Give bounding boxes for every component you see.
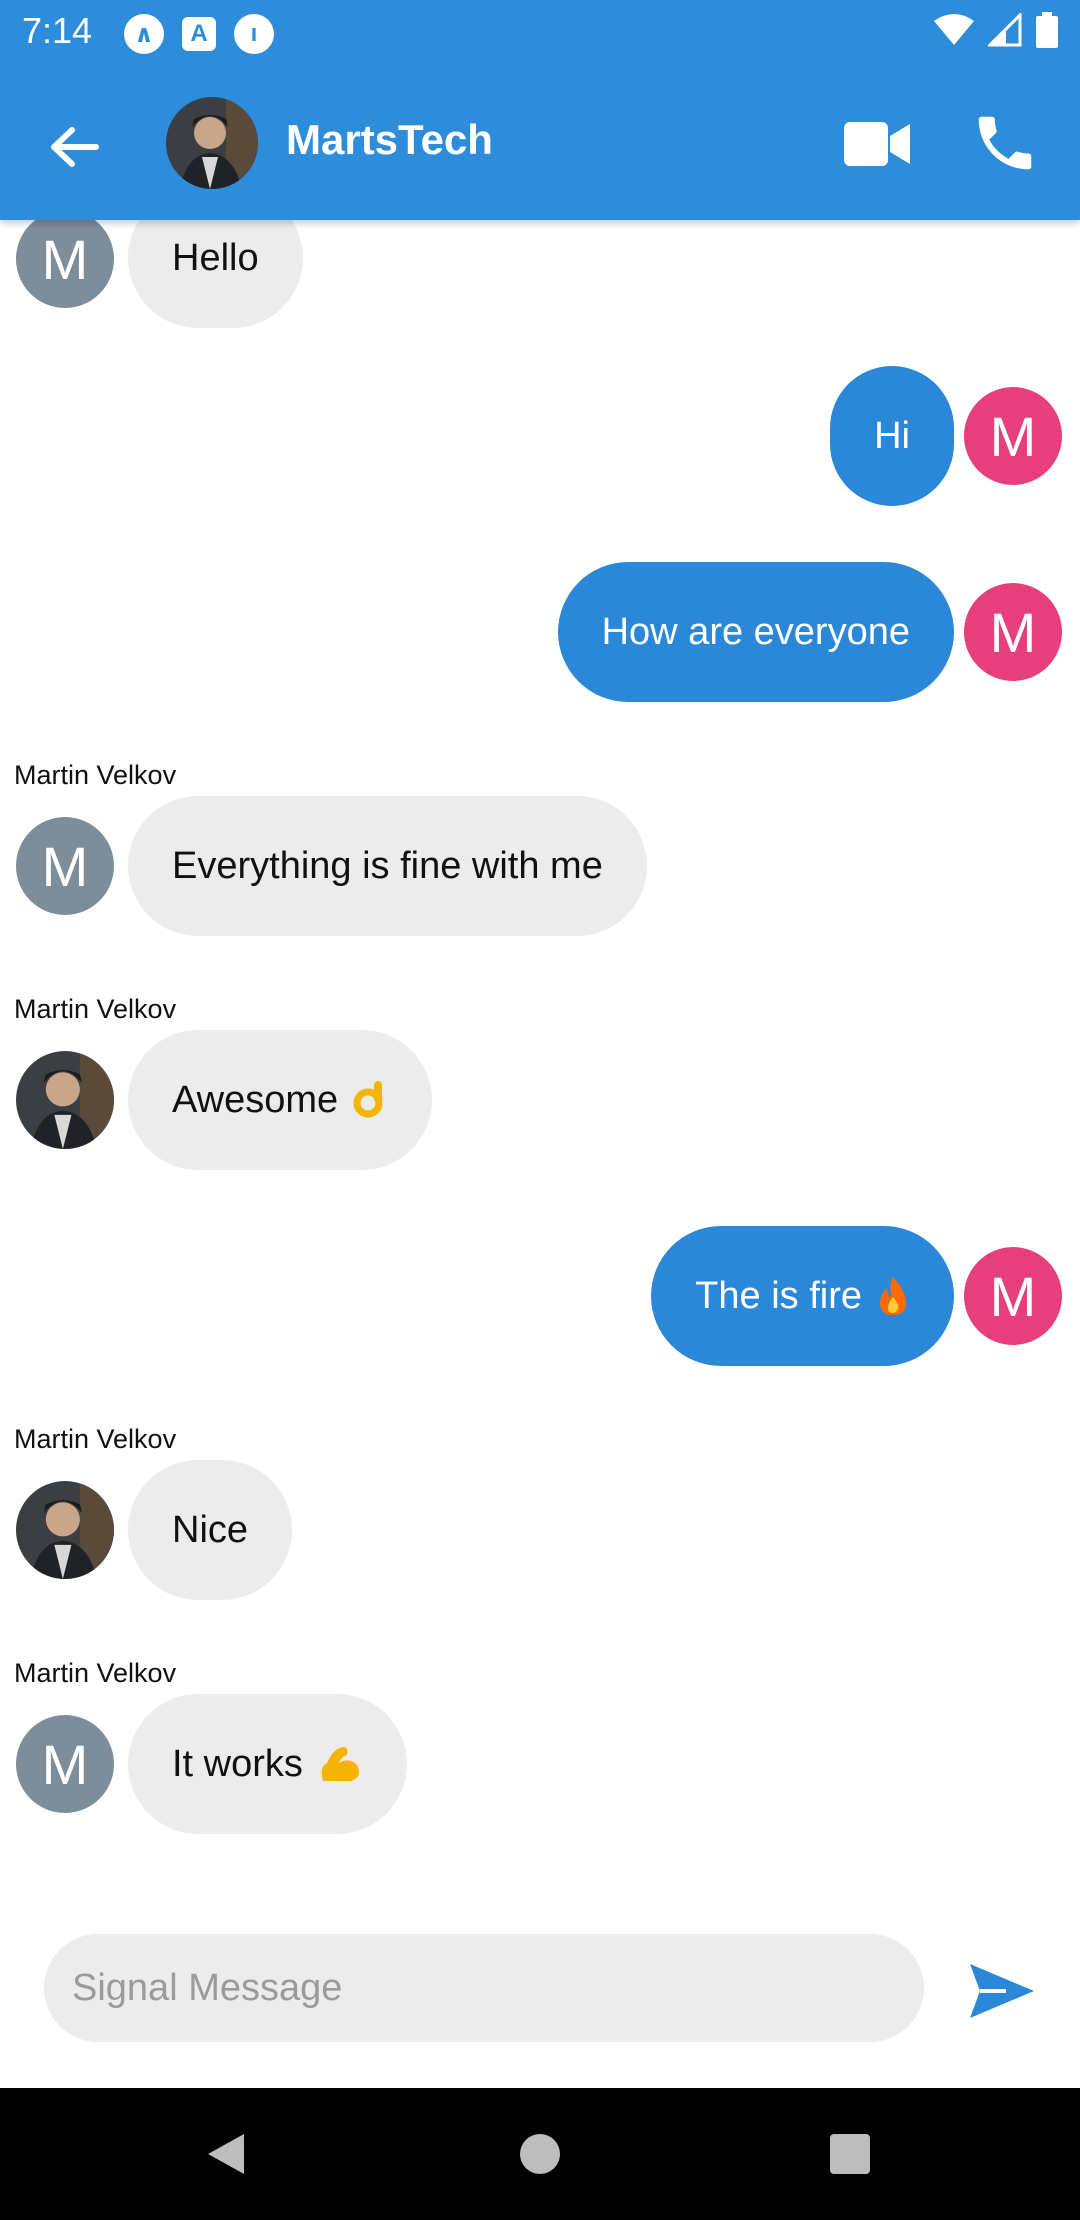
message-text: Hi — [874, 414, 910, 457]
message-text: Nice — [172, 1508, 249, 1551]
avatar: M — [16, 220, 114, 308]
status-time: 7:14 — [22, 10, 93, 51]
contact-avatar[interactable] — [166, 97, 258, 189]
wifi-icon — [934, 14, 974, 45]
flexed-biceps-icon — [317, 1743, 363, 1785]
message-text: How are everyone — [601, 610, 910, 653]
message-row: Martin Velkov Nice — [0, 1424, 1080, 1604]
arrow-left-icon — [51, 127, 99, 167]
status-notification-icons: ∧ A ı — [124, 14, 274, 54]
message-bubble[interactable]: Hello — [128, 220, 303, 328]
avatar: M — [964, 387, 1062, 485]
message-bubble[interactable]: Hi — [830, 366, 954, 506]
avatar: M — [964, 1247, 1062, 1345]
message-row: Martin Velkov M Everything is fine with … — [0, 760, 1080, 940]
contact-photo — [16, 1481, 114, 1579]
sender-name: Martin Velkov — [14, 994, 177, 1024]
message-text: It works — [172, 1742, 303, 1785]
phone-icon — [978, 116, 1032, 170]
nav-recents-icon[interactable] — [830, 2134, 870, 2174]
app-icon-b: ı — [234, 14, 274, 54]
message-text: Hello — [172, 236, 259, 279]
message-bubble[interactable]: The is fire — [651, 1226, 954, 1366]
send-button[interactable] — [966, 1960, 1038, 2022]
video-call-button[interactable] — [842, 114, 912, 174]
send-icon — [970, 1964, 1034, 2018]
video-camera-icon — [844, 122, 910, 166]
message-bubble[interactable]: Awesome — [128, 1030, 433, 1170]
nav-home-icon[interactable] — [520, 2134, 560, 2174]
message-row: Martin Velkov Awesome — [0, 994, 1080, 1174]
fire-icon — [876, 1275, 910, 1317]
message-bubble[interactable]: Everything is fine with me — [128, 796, 647, 936]
ok-hand-icon — [352, 1079, 388, 1121]
avatar — [16, 1481, 114, 1579]
avatar: M — [16, 1715, 114, 1813]
chat-title: MartsTech — [286, 116, 493, 163]
status-bar: 7:14 ∧ A ı — [0, 0, 1080, 66]
sender-name: Martin Velkov — [14, 1658, 177, 1688]
message-row: The is fire M — [0, 1226, 1080, 1366]
app-icon-a: ∧ — [124, 14, 164, 54]
message-bubble[interactable]: How are everyone — [557, 562, 954, 702]
contact-photo — [16, 1051, 114, 1149]
message-text: Awesome — [172, 1078, 339, 1121]
message-text: The is fire — [695, 1274, 862, 1317]
message-bubble[interactable]: Nice — [128, 1460, 293, 1600]
avatar: M — [16, 817, 114, 915]
message-row: Hi M — [0, 366, 1080, 506]
message-row: M Hello — [0, 220, 1080, 338]
contact-photo — [166, 97, 258, 189]
signal-icon — [988, 13, 1022, 47]
message-row: Martin Velkov M It works — [0, 1658, 1080, 1838]
message-bubble[interactable]: It works — [128, 1694, 407, 1834]
composer — [0, 1850, 1080, 2088]
accessibility-icon: A — [182, 17, 216, 51]
avatar: M — [964, 583, 1062, 681]
nav-back-icon[interactable] — [204, 2132, 248, 2176]
voice-call-button[interactable] — [970, 108, 1040, 178]
message-input[interactable] — [44, 1934, 924, 2042]
message-row: How are everyone M — [0, 562, 1080, 702]
message-list[interactable]: M Hello Hi M How are everyone M Martin V… — [0, 220, 1080, 1850]
back-button[interactable] — [40, 112, 110, 182]
app-bar: MartsTech — [0, 66, 1080, 220]
sender-name: Martin Velkov — [14, 1424, 177, 1454]
status-system-icons — [934, 12, 1058, 48]
battery-icon — [1036, 12, 1058, 48]
message-text: Everything is fine with me — [172, 844, 603, 887]
avatar — [16, 1051, 114, 1149]
sender-name: Martin Velkov — [14, 760, 177, 790]
system-nav-bar — [0, 2088, 1080, 2220]
